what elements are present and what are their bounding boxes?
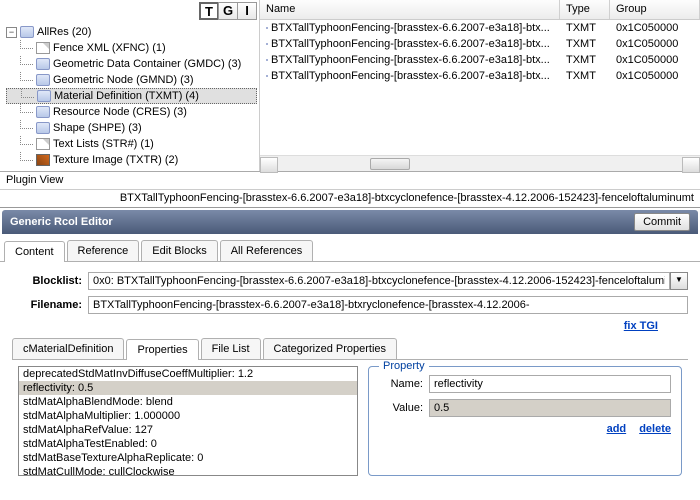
list-row[interactable]: BTXTallTyphoonFencing-[brasstex-6.6.2007… bbox=[260, 52, 700, 68]
list-row[interactable]: BTXTallTyphoonFencing-[brasstex-6.6.2007… bbox=[260, 20, 700, 36]
resource-tree[interactable]: − AllRes (20) Fence XML (XFNC) (1) Geome… bbox=[2, 4, 257, 168]
db-icon bbox=[266, 75, 268, 77]
list-header: Name Type Group bbox=[260, 0, 700, 20]
list-item[interactable]: stdMatAlphaRefValue: 127 bbox=[19, 423, 357, 437]
col-type-header[interactable]: Type bbox=[560, 0, 610, 19]
tgi-g-button[interactable]: G bbox=[218, 2, 238, 20]
tab-properties[interactable]: Properties bbox=[126, 339, 198, 360]
editor-title-bar: Generic Rcol Editor Commit bbox=[2, 210, 698, 234]
prop-value-input[interactable] bbox=[429, 399, 671, 417]
editor-title-text: Generic Rcol Editor bbox=[10, 216, 113, 228]
database-icon bbox=[20, 26, 34, 38]
col-group-header[interactable]: Group bbox=[610, 0, 700, 19]
tree-item[interactable]: Geometric Data Container (GMDC) (3) bbox=[6, 56, 257, 72]
list-item[interactable]: stdMatCullMode: cullClockwise bbox=[19, 465, 357, 476]
file-icon bbox=[36, 138, 50, 150]
list-item[interactable]: stdMatAlphaMultiplier: 1.000000 bbox=[19, 409, 357, 423]
main-tabs: Content Reference Edit Blocks All Refere… bbox=[0, 236, 700, 262]
tab-all-references[interactable]: All References bbox=[220, 240, 314, 261]
db-icon bbox=[266, 43, 268, 45]
db-icon bbox=[36, 74, 50, 86]
tab-categorized-properties[interactable]: Categorized Properties bbox=[263, 338, 398, 359]
delete-link[interactable]: delete bbox=[639, 423, 671, 435]
db-icon bbox=[36, 106, 50, 118]
col-name-header[interactable]: Name bbox=[260, 0, 560, 19]
list-item[interactable]: stdMatBaseTextureAlphaReplicate: 0 bbox=[19, 451, 357, 465]
horizontal-scrollbar[interactable] bbox=[260, 155, 700, 171]
list-row[interactable]: BTXTallTyphoonFencing-[brasstex-6.6.2007… bbox=[260, 36, 700, 52]
db-icon bbox=[266, 59, 268, 61]
tab-reference[interactable]: Reference bbox=[67, 240, 140, 261]
list-row[interactable]: BTXTallTyphoonFencing-[brasstex-6.6.2007… bbox=[260, 68, 700, 84]
resource-tree-panel: T G I − AllRes (20) Fence XML (XFNC) (1)… bbox=[0, 0, 260, 171]
filename-input[interactable] bbox=[88, 296, 688, 314]
list-item[interactable]: stdMatAlphaBlendMode: blend bbox=[19, 395, 357, 409]
prop-name-input[interactable] bbox=[429, 375, 671, 393]
db-icon bbox=[36, 122, 50, 134]
resource-list-panel: Name Type Group BTXTallTyphoonFencing-[b… bbox=[260, 0, 700, 171]
tree-root[interactable]: − AllRes (20) bbox=[6, 24, 257, 40]
scrollbar-thumb[interactable] bbox=[370, 158, 410, 170]
tab-edit-blocks[interactable]: Edit Blocks bbox=[141, 240, 217, 261]
property-list[interactable]: deprecatedStdMatInvDiffuseCoeffMultiplie… bbox=[18, 366, 358, 476]
add-link[interactable]: add bbox=[607, 423, 627, 435]
prop-name-label: Name: bbox=[379, 378, 423, 390]
db-icon bbox=[37, 90, 51, 102]
tree-root-label: AllRes (20) bbox=[37, 26, 91, 38]
tgi-i-button[interactable]: I bbox=[237, 2, 257, 20]
blocklist-input[interactable] bbox=[88, 272, 670, 290]
tree-item[interactable]: Texture Image (TXTR) (2) bbox=[6, 152, 257, 168]
blocklist-combo[interactable]: ▼ bbox=[88, 272, 688, 290]
texture-icon bbox=[36, 154, 50, 166]
list-item[interactable]: stdMatAlphaTestEnabled: 0 bbox=[19, 437, 357, 451]
tgi-toggle: T G I bbox=[200, 2, 257, 20]
list-body[interactable]: BTXTallTyphoonFencing-[brasstex-6.6.2007… bbox=[260, 20, 700, 155]
tab-cmaterialdefinition[interactable]: cMaterialDefinition bbox=[12, 338, 124, 359]
list-item[interactable]: deprecatedStdMatInvDiffuseCoeffMultiplie… bbox=[19, 367, 357, 381]
tree-item[interactable]: Fence XML (XFNC) (1) bbox=[6, 40, 257, 56]
content-tab-body: Blocklist: ▼ Filename: fix TGI cMaterial… bbox=[0, 262, 700, 492]
tree-item[interactable]: Shape (SHPE) (3) bbox=[6, 120, 257, 136]
tgi-t-button[interactable]: T bbox=[199, 2, 219, 20]
filename-label: Filename: bbox=[12, 299, 82, 311]
file-icon bbox=[36, 42, 50, 54]
resource-path-bar: BTXTallTyphoonFencing-[brasstex-6.6.2007… bbox=[0, 190, 700, 208]
blocklist-label: Blocklist: bbox=[12, 275, 82, 287]
tree-item[interactable]: Text Lists (STR#) (1) bbox=[6, 136, 257, 152]
property-group: Property Name: Value: add delete bbox=[368, 366, 682, 476]
property-legend: Property bbox=[379, 360, 429, 372]
commit-button[interactable]: Commit bbox=[634, 213, 690, 231]
tab-content[interactable]: Content bbox=[4, 241, 65, 262]
tree-item[interactable]: Resource Node (CRES) (3) bbox=[6, 104, 257, 120]
dropdown-icon[interactable]: ▼ bbox=[670, 272, 688, 290]
tree-item[interactable]: Geometric Node (GMND) (3) bbox=[6, 72, 257, 88]
plugin-view-label: Plugin View bbox=[0, 172, 700, 190]
tree-item-selected[interactable]: Material Definition (TXMT) (4) bbox=[6, 88, 257, 104]
sub-tabs: cMaterialDefinition Properties File List… bbox=[12, 332, 688, 360]
prop-value-label: Value: bbox=[379, 402, 423, 414]
db-icon bbox=[266, 27, 268, 29]
list-item-selected[interactable]: reflectivity: 0.5 bbox=[19, 381, 357, 395]
tab-file-list[interactable]: File List bbox=[201, 338, 261, 359]
fix-tgi-link[interactable]: fix TGI bbox=[624, 320, 658, 332]
collapse-icon[interactable]: − bbox=[6, 27, 17, 38]
db-icon bbox=[36, 58, 50, 70]
